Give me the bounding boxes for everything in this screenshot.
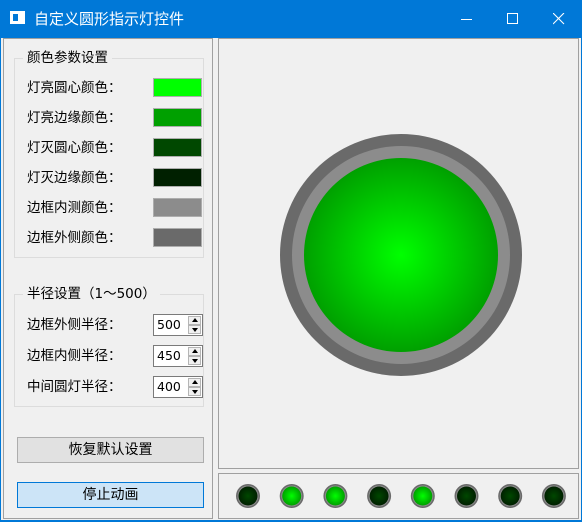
stop-animation-button[interactable]: 停止动画	[17, 482, 204, 508]
app-icon	[10, 11, 25, 24]
window-title: 自定义圆形指示灯控件	[34, 10, 185, 28]
big-light-panel	[218, 38, 579, 469]
close-icon	[553, 13, 565, 25]
minimize-icon	[461, 19, 472, 20]
color-swatch-off-center[interactable]	[153, 138, 202, 157]
radius-spinbox-border-outer[interactable]	[153, 314, 203, 336]
small-indicator-light	[541, 484, 566, 508]
radius-input-border-inner[interactable]	[157, 348, 187, 364]
radius-row-border-outer: 边框外侧半径：	[27, 314, 207, 336]
spin-arrows	[188, 347, 201, 365]
small-indicator-light	[410, 484, 435, 508]
color-settings-group: 颜色参数设置 灯亮圆心颜色： 灯亮边缘颜色： 灯灭圆心颜色： 灯灭边缘颜色： 边…	[14, 50, 207, 258]
window-client-area: 颜色参数设置 灯亮圆心颜色： 灯亮边缘颜色： 灯灭圆心颜色： 灯灭边缘颜色： 边…	[1, 38, 581, 520]
spin-down-arrow-icon[interactable]	[188, 356, 201, 365]
small-indicator-light	[279, 484, 304, 508]
color-row-border-inner: 边框内测颜色：	[27, 198, 207, 218]
spin-down-arrow-icon[interactable]	[188, 325, 201, 334]
color-label: 灯灭圆心颜色：	[27, 140, 122, 156]
color-row-border-outer: 边框外侧颜色：	[27, 228, 207, 248]
small-indicator-light	[367, 484, 392, 508]
radius-row-center-light: 中间圆灯半径：	[27, 376, 207, 398]
reset-defaults-button[interactable]: 恢复默认设置	[17, 437, 204, 463]
small-indicator-lights	[236, 484, 566, 508]
radius-label: 边框内侧半径：	[27, 348, 122, 364]
light-core	[304, 158, 498, 352]
color-label: 边框外侧颜色：	[27, 230, 122, 246]
radius-row-border-inner: 边框内侧半径：	[27, 345, 207, 367]
color-label: 边框内测颜色：	[27, 200, 122, 216]
color-row-off-center: 灯灭圆心颜色：	[27, 138, 207, 158]
radius-settings-group: 半径设置（1～500） 边框外侧半径： 边框内侧半径：	[14, 286, 207, 407]
spin-up-arrow-icon[interactable]	[188, 347, 201, 356]
color-swatch-off-edge[interactable]	[153, 168, 202, 187]
small-indicator-light	[454, 484, 479, 508]
color-label: 灯亮圆心颜色：	[27, 80, 122, 96]
radius-input-border-outer[interactable]	[157, 317, 187, 333]
radius-label: 边框外侧半径：	[27, 317, 122, 333]
small-indicator-light	[498, 484, 523, 508]
spin-up-arrow-icon[interactable]	[188, 316, 201, 325]
maximize-icon	[507, 13, 518, 24]
radius-spinbox-border-inner[interactable]	[153, 345, 203, 367]
big-indicator-light[interactable]	[219, 39, 578, 468]
color-swatch-on-center[interactable]	[153, 78, 202, 97]
color-row-off-edge: 灯灭边缘颜色：	[27, 168, 207, 188]
title-bar[interactable]: 自定义圆形指示灯控件	[0, 0, 582, 38]
maximize-button[interactable]	[490, 0, 536, 38]
color-swatch-border-outer[interactable]	[153, 228, 202, 247]
color-row-on-edge: 灯亮边缘颜色：	[27, 108, 207, 128]
color-swatch-border-inner[interactable]	[153, 198, 202, 217]
color-row-on-center: 灯亮圆心颜色：	[27, 78, 207, 98]
color-label: 灯灭边缘颜色：	[27, 170, 122, 186]
radius-input-center-light[interactable]	[157, 379, 187, 395]
small-lights-panel	[218, 473, 579, 519]
radius-spinbox-center-light[interactable]	[153, 376, 203, 398]
spin-up-arrow-icon[interactable]	[188, 378, 201, 387]
radius-group-title: 半径设置（1～500）	[23, 286, 160, 302]
small-indicator-light	[236, 484, 260, 508]
color-group-title: 颜色参数设置	[23, 50, 112, 66]
spin-down-arrow-icon[interactable]	[188, 387, 201, 396]
left-settings-panel: 颜色参数设置 灯亮圆心颜色： 灯亮边缘颜色： 灯灭圆心颜色： 灯灭边缘颜色： 边…	[3, 38, 213, 519]
spin-arrows	[188, 316, 201, 334]
minimize-button[interactable]	[444, 0, 490, 38]
small-indicator-light	[323, 484, 348, 508]
radius-label: 中间圆灯半径：	[27, 379, 122, 395]
spin-arrows	[188, 378, 201, 396]
close-button[interactable]	[536, 0, 582, 38]
color-label: 灯亮边缘颜色：	[27, 110, 122, 126]
color-swatch-on-edge[interactable]	[153, 108, 202, 127]
